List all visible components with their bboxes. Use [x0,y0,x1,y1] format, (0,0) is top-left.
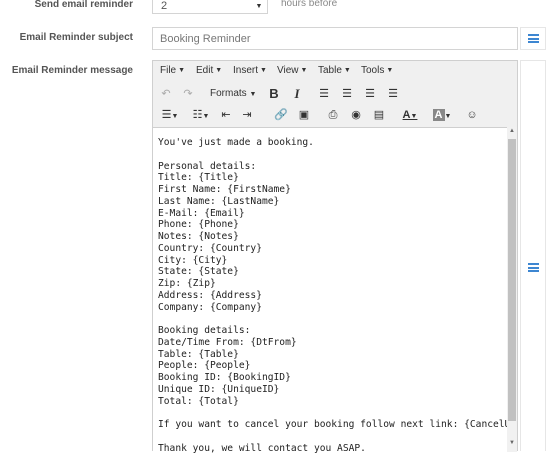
menu-file[interactable]: File ▼ [160,65,185,76]
media-icon[interactable]: ▤ [372,106,386,124]
emoticons-icon[interactable]: ☺ [465,106,479,124]
menu-view[interactable]: View ▼ [277,65,307,76]
scroll-down-icon[interactable]: ▼ [507,440,517,446]
redo-icon[interactable]: ↷ [181,85,195,103]
editor-scrollbar[interactable]: ▲ ▼ [507,127,517,452]
subject-label: Email Reminder subject [19,32,133,43]
subject-input[interactable]: Booking Reminder [152,27,518,50]
font-color-button[interactable]: A▼ [399,106,421,124]
scroll-up-icon[interactable]: ▲ [507,128,517,134]
formats-dropdown[interactable]: Formats ▼ [210,85,256,103]
scrollbar-thumb[interactable] [508,139,516,421]
undo-icon[interactable]: ↶ [159,85,173,103]
editor-content-area[interactable]: You've just made a booking. Personal det… [153,127,507,453]
menu-insert[interactable]: Insert ▼ [233,65,267,76]
message-label: Email Reminder message [11,65,133,76]
align-center-icon[interactable]: ☰ [339,85,355,103]
background-color-button[interactable]: A ▼ [431,106,453,124]
menu-edit[interactable]: Edit ▼ [196,65,222,76]
menu-tools[interactable]: Tools ▼ [361,65,393,76]
hours-before-text: hours before [281,0,338,9]
numbered-list-icon[interactable]: ☷▼ [190,106,212,124]
spinner-arrows[interactable]: ▲ ▼ [253,0,265,13]
list-icon[interactable] [528,34,539,43]
reminder-hours-value: 2 [161,0,168,12]
menu-table[interactable]: Table ▼ [318,65,351,76]
image-icon[interactable]: ▣ [297,106,311,124]
rich-text-editor[interactable]: File ▼ Edit ▼ Insert ▼ View ▼ Table ▼ Tools ▼ … [152,60,518,453]
align-justify-icon[interactable]: ☰ [385,85,401,103]
preview-icon[interactable]: ◉ [349,106,363,124]
print-icon[interactable]: ⎙ [326,106,340,124]
align-right-icon[interactable]: ☰ [362,85,378,103]
reminder-hours-input[interactable]: 2 ▲ ▼ [152,0,268,14]
send-reminder-label: Send email reminder [34,0,133,10]
subject-value: Booking Reminder [160,33,251,45]
indent-icon[interactable]: ⇥ [240,106,254,124]
outdent-icon[interactable]: ⇤ [219,106,233,124]
message-side-panel[interactable] [520,60,546,451]
bold-button[interactable]: B [267,85,281,103]
editor-menubar: File ▼ Edit ▼ Insert ▼ View ▼ Table ▼ Tools ▼ [153,61,517,81]
align-left-icon[interactable]: ☰ [316,85,332,103]
italic-button[interactable]: I [290,85,304,103]
subject-side-panel[interactable] [520,27,546,50]
message-body[interactable]: You've just made a booking. Personal det… [158,137,507,453]
list-icon[interactable] [528,263,539,272]
link-icon[interactable]: 🔗 [274,106,288,124]
bullet-list-icon[interactable]: ☰▼ [159,106,181,124]
chevron-down-icon[interactable]: ▼ [253,2,265,11]
